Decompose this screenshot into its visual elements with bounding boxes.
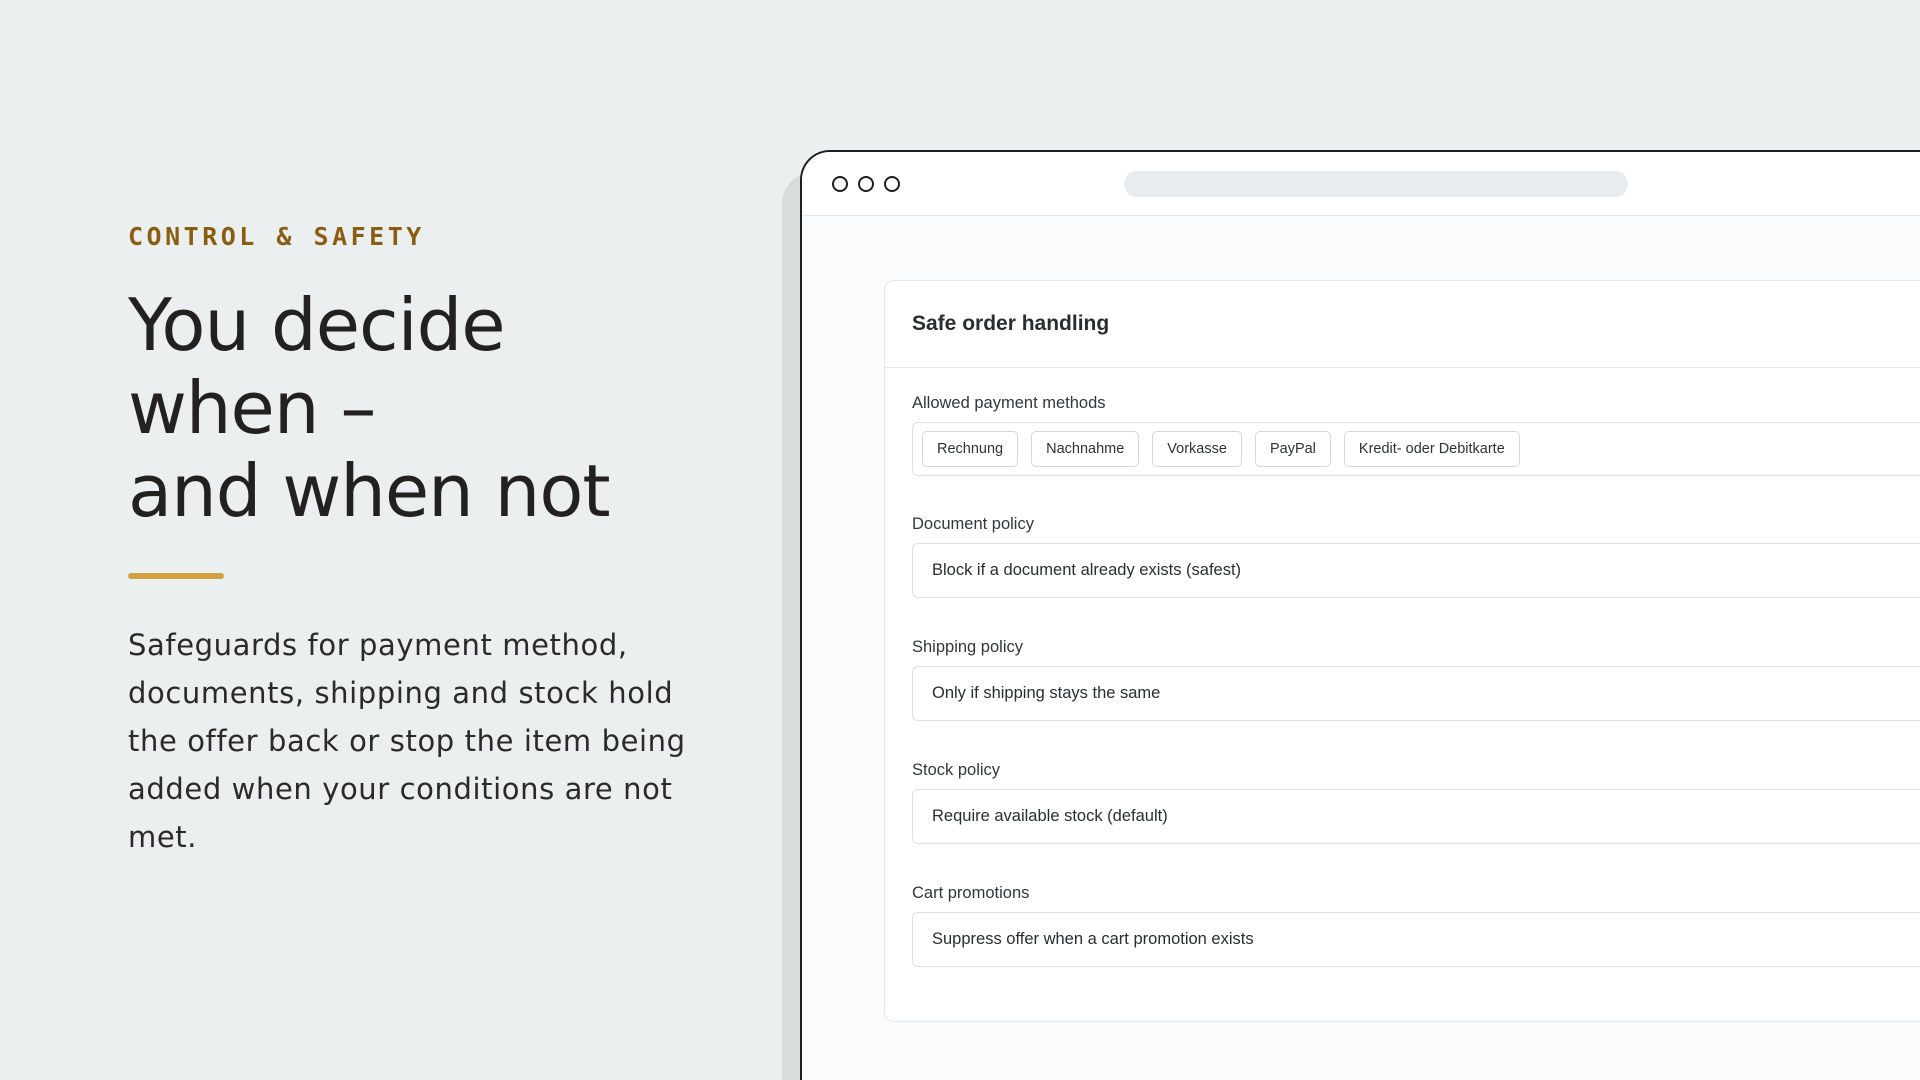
shipping-policy-select[interactable]: Only if shipping stays the same: [912, 666, 1920, 721]
headline-line: and when not: [128, 449, 611, 533]
payment-chip-vorkasse[interactable]: Vorkasse: [1152, 431, 1242, 467]
payment-methods-multiselect[interactable]: Rechnung Nachnahme Vorkasse PayPal Kredi…: [912, 422, 1920, 476]
headline: You decide when – and when not: [128, 284, 728, 533]
hero-description: Safeguards for payment method, documents…: [128, 628, 686, 854]
browser-window: Safe order handling Allowed payment meth…: [800, 150, 1920, 1080]
payment-chip-card[interactable]: Kredit- oder Debitkarte: [1343, 431, 1520, 467]
address-bar[interactable]: [1124, 171, 1628, 197]
browser-titlebar: [802, 152, 1920, 216]
cart-promotions-label: Cart promotions: [912, 884, 1030, 902]
accent-divider: [128, 573, 224, 579]
stock-policy-label: Stock policy: [912, 761, 1001, 779]
card-body: Allowed payment methods Rechnung Nachnah…: [885, 368, 1920, 967]
document-policy-label: Document policy: [912, 515, 1034, 533]
window-maximize-icon[interactable]: [884, 176, 900, 192]
payment-chip-paypal[interactable]: PayPal: [1254, 431, 1331, 467]
settings-card: Safe order handling Allowed payment meth…: [884, 280, 1920, 1022]
payment-chip-rechnung[interactable]: Rechnung: [922, 431, 1019, 467]
stock-policy-select[interactable]: Require available stock (default): [912, 789, 1920, 844]
document-policy-select[interactable]: Block if a document already exists (safe…: [912, 543, 1920, 598]
headline-line: You decide: [128, 283, 506, 367]
payment-methods-label: Allowed payment methods: [912, 394, 1106, 412]
payment-chip-nachnahme[interactable]: Nachnahme: [1031, 431, 1140, 467]
window-minimize-icon[interactable]: [858, 176, 874, 192]
window-close-icon[interactable]: [832, 176, 848, 192]
headline-line: when –: [128, 366, 376, 450]
card-title: Safe order handling: [912, 312, 1110, 335]
shipping-policy-label: Shipping policy: [912, 638, 1023, 656]
card-header: Safe order handling: [885, 281, 1920, 368]
page: CONTROL & SAFETY You decide when – and w…: [0, 0, 1920, 1080]
hero-section: CONTROL & SAFETY You decide when – and w…: [128, 220, 728, 890]
cart-promotions-select[interactable]: Suppress offer when a cart promotion exi…: [912, 912, 1920, 967]
eyebrow-label: CONTROL & SAFETY: [128, 222, 425, 251]
